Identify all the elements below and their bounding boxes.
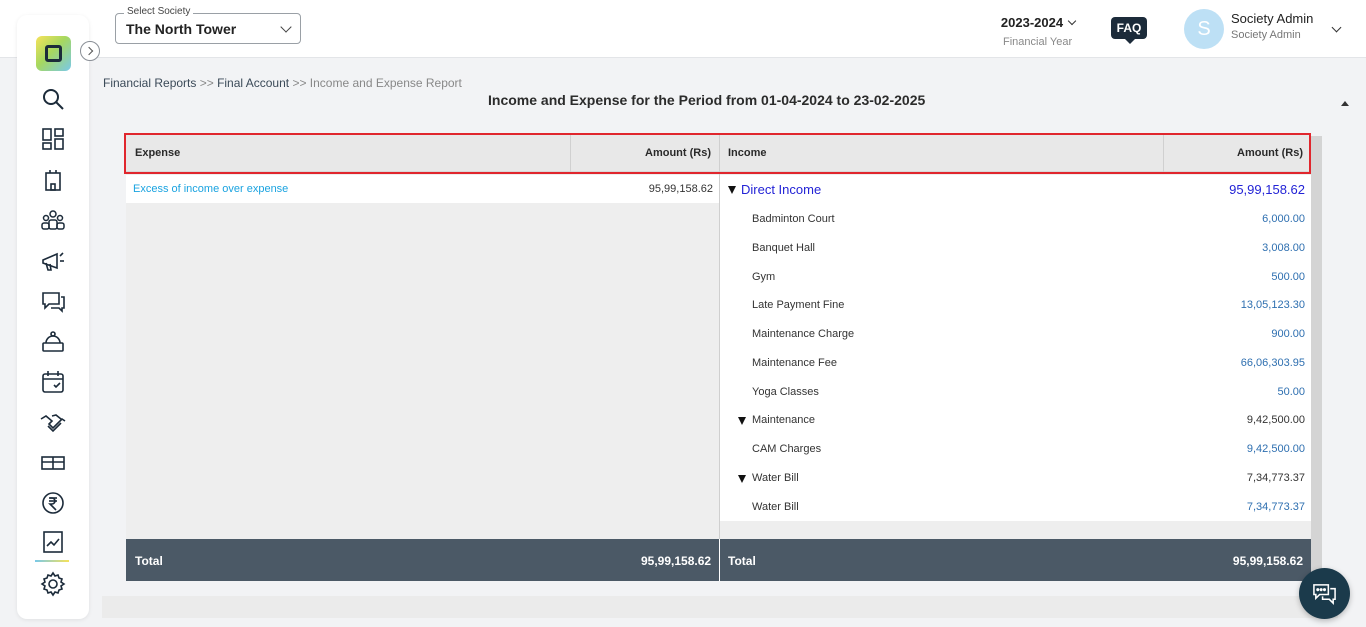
building-icon[interactable]: [40, 167, 66, 193]
breadcrumb-current: Income and Expense Report: [309, 76, 462, 90]
breadcrumb-financial-reports[interactable]: Financial Reports: [103, 76, 196, 90]
user-menu-chevron-icon[interactable]: [1331, 22, 1342, 33]
expense-item-amount: 95,99,158.62: [648, 183, 713, 195]
app-logo[interactable]: [36, 36, 71, 71]
handshake-icon[interactable]: [40, 409, 66, 435]
income-item-name: Gym: [752, 271, 776, 283]
financial-year-select[interactable]: 2023-2024: [996, 14, 1080, 32]
income-item-amount[interactable]: 900.00: [1271, 328, 1305, 340]
faq-button[interactable]: FAQ: [1111, 17, 1147, 44]
breadcrumb-final-account[interactable]: Final Account: [217, 76, 289, 90]
calendar-icon[interactable]: [40, 369, 66, 395]
amenities-icon[interactable]: [40, 450, 66, 476]
income-total-label: Total: [728, 554, 756, 568]
income-subgroup-row[interactable]: Water Bill 7,34,773.37: [720, 464, 1311, 492]
rupee-icon[interactable]: [40, 490, 66, 516]
income-item-name: Maintenance Charge: [752, 328, 855, 340]
reports-icon[interactable]: [40, 530, 66, 556]
chat-bubble-icon: [1313, 584, 1336, 605]
list-item: Water Bill 7,34,773.37: [720, 493, 1311, 521]
list-item: Yoga Classes 50.00: [720, 378, 1311, 406]
expense-amount-header: Amount (Rs): [645, 147, 711, 159]
income-expense-table: Expense Amount (Rs) Income Amount (Rs) E…: [126, 135, 1311, 581]
scroll-up-arrow-icon[interactable]: [1341, 101, 1349, 106]
chevron-down-icon: [280, 21, 292, 33]
user-name[interactable]: Society Admin: [1231, 11, 1313, 26]
society-select-label: Select Society: [124, 6, 194, 17]
income-item-amount[interactable]: 3,008.00: [1262, 242, 1305, 254]
avatar[interactable]: S: [1184, 9, 1224, 49]
expense-total-amount: 95,99,158.62: [641, 554, 712, 568]
income-subgroup-name[interactable]: Maintenance: [752, 414, 815, 426]
income-total-amount: 95,99,158.62: [1232, 554, 1303, 568]
income-header: Income: [728, 147, 767, 159]
income-group-row[interactable]: Direct Income 95,99,158.62: [720, 175, 1311, 203]
income-item-amount[interactable]: 13,05,123.30: [1241, 299, 1305, 311]
list-item: Maintenance Fee 66,06,303.95: [720, 349, 1311, 377]
breadcrumb-separator: >>: [289, 76, 310, 90]
table-scrollbar[interactable]: [1311, 136, 1322, 606]
table-row: Excess of income over expense 95,99,158.…: [126, 175, 719, 203]
financial-year-label: Financial Year: [1003, 36, 1073, 48]
announcement-icon[interactable]: [40, 248, 66, 274]
income-subgroup-amount: 7,34,773.37: [1246, 472, 1305, 484]
list-item: Maintenance Charge 900.00: [720, 320, 1311, 348]
expense-item-link[interactable]: Excess of income over expense: [133, 183, 288, 195]
income-item-amount[interactable]: 500.00: [1271, 271, 1305, 283]
financial-year-value: 2023-2024: [1000, 15, 1064, 30]
income-group-amount: 95,99,158.62: [1229, 182, 1305, 197]
breadcrumb: Financial Reports >> Final Account >> In…: [103, 76, 462, 90]
income-item-name: Badminton Court: [752, 213, 835, 225]
income-item-name: Banquet Hall: [752, 242, 815, 254]
income-item-name: Late Payment Fine: [752, 299, 845, 311]
active-nav-indicator: [35, 560, 69, 562]
income-item-name: Yoga Classes: [752, 386, 819, 398]
total-row: Total 95,99,158.62 Total 95,99,158.62: [126, 539, 1311, 581]
income-item-amount[interactable]: 50.00: [1277, 386, 1305, 398]
members-icon[interactable]: [40, 207, 66, 233]
income-item-name: CAM Charges: [752, 443, 822, 455]
list-item: Late Payment Fine 13,05,123.30: [720, 291, 1311, 319]
breadcrumb-separator: >>: [196, 76, 218, 90]
total-divider: [719, 539, 720, 581]
income-subgroup-row[interactable]: Maintenance 9,42,500.00: [720, 406, 1311, 434]
list-item: Gym 500.00: [720, 263, 1311, 291]
chevron-down-icon: [1067, 16, 1077, 26]
user-role: Society Admin: [1231, 29, 1301, 41]
search-icon[interactable]: [40, 86, 66, 112]
society-select[interactable]: Select Society The North Tower: [115, 6, 301, 44]
income-item-name: Maintenance Fee: [752, 357, 837, 369]
collapse-triangle-icon[interactable]: [738, 475, 746, 483]
expense-header: Expense: [135, 147, 181, 159]
income-subgroup-name[interactable]: Water Bill: [752, 472, 799, 484]
logo-mark: [45, 45, 62, 62]
helpdesk-icon[interactable]: [40, 329, 66, 355]
list-item: Badminton Court 6,000.00: [720, 205, 1311, 233]
income-group-name[interactable]: Direct Income: [741, 182, 821, 197]
dashboard-icon[interactable]: [40, 126, 66, 152]
sidebar-collapse-button[interactable]: [80, 41, 100, 61]
society-select-value: The North Tower: [126, 21, 237, 37]
list-item: CAM Charges 9,42,500.00: [720, 435, 1311, 463]
expense-total-label: Total: [135, 554, 163, 568]
settings-icon[interactable]: [40, 571, 66, 597]
collapse-triangle-icon[interactable]: [728, 186, 736, 194]
income-item-amount[interactable]: 9,42,500.00: [1247, 443, 1305, 455]
income-item-amount[interactable]: 6,000.00: [1262, 213, 1305, 225]
report-title: Income and Expense for the Period from 0…: [488, 92, 926, 108]
list-item: Banquet Hall 3,008.00: [720, 234, 1311, 262]
income-list: Direct Income 95,99,158.62 Badminton Cou…: [720, 175, 1311, 521]
income-item-amount[interactable]: 66,06,303.95: [1241, 357, 1305, 369]
collapse-triangle-icon[interactable]: [738, 417, 746, 425]
content-card-footer: [102, 596, 1338, 618]
income-item-amount[interactable]: 7,34,773.37: [1247, 501, 1305, 513]
income-subgroup-amount: 9,42,500.00: [1246, 414, 1305, 426]
income-item-name: Water Bill: [752, 501, 799, 513]
chat-icon[interactable]: [40, 288, 66, 314]
income-amount-header: Amount (Rs): [1237, 147, 1303, 159]
chat-support-button[interactable]: [1299, 568, 1350, 619]
chevron-right-icon: [84, 46, 94, 56]
top-bar: Select Society The North Tower 2023-2024…: [0, 0, 1366, 58]
